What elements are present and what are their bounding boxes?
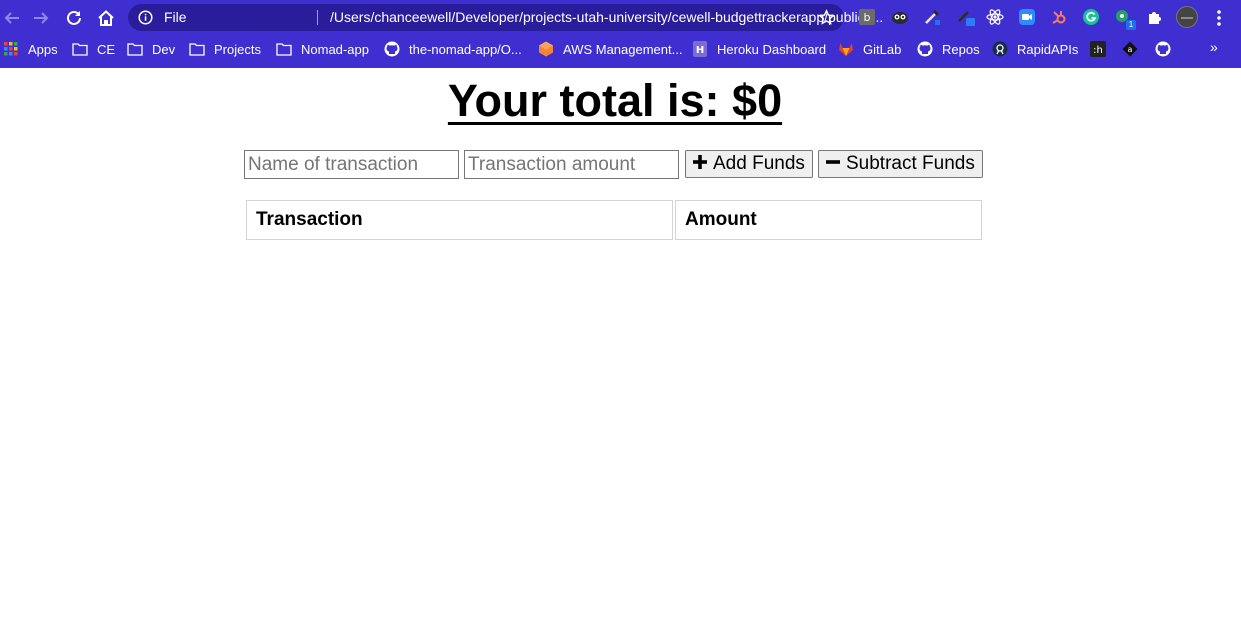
bookmark-apps[interactable]: Apps: [3, 39, 58, 59]
bookmark-label: Nomad-app: [301, 41, 369, 57]
column-header-transaction: Transaction: [246, 200, 673, 240]
profile-avatar[interactable]: [1176, 6, 1198, 28]
browser-menu-icon[interactable]: [1212, 8, 1226, 28]
add-funds-label: Add Funds: [713, 153, 805, 174]
github-icon: [384, 41, 400, 57]
svg-text:H: H: [696, 45, 704, 56]
aws-icon: [538, 41, 554, 57]
bookmark-label: CE: [97, 41, 116, 57]
color-picker-ext-icon[interactable]: [956, 7, 976, 27]
bookmark-repos[interactable]: Repos: [917, 39, 980, 59]
bookmarks-bar: Apps CE Dev Projects Nomad-app the-nomad…: [0, 37, 1241, 61]
bookmark-star-icon[interactable]: [818, 9, 835, 26]
svg-text::h: :h: [1093, 45, 1103, 56]
minus-icon: [826, 153, 840, 175]
gitlab-icon: [838, 41, 854, 57]
bookmark-label: Repos: [942, 41, 980, 57]
address-bar[interactable]: File /Users/chanceewell/Developer/projec…: [128, 4, 883, 31]
plus-icon: [693, 153, 707, 175]
bookmark-heroku[interactable]: H Heroku Dashboard: [692, 39, 826, 59]
add-funds-button[interactable]: Add Funds: [685, 150, 813, 178]
folder-icon: [127, 41, 143, 57]
extensions-puzzle-icon[interactable]: [1145, 7, 1165, 27]
info-icon[interactable]: [138, 10, 153, 25]
omnibox-divider: [317, 10, 318, 25]
bookmark-gitlab[interactable]: GitLab: [838, 39, 901, 59]
url-scheme-label: File: [164, 9, 187, 25]
extension-badge: 1: [1126, 20, 1136, 30]
apps-grid-icon: [3, 41, 19, 57]
react-devtools-icon[interactable]: [985, 7, 1005, 27]
forward-icon[interactable]: [29, 6, 53, 30]
table-header-row: Transaction Amount: [246, 200, 982, 240]
back-icon[interactable]: [0, 6, 24, 30]
zoom-ext-icon[interactable]: [1017, 7, 1037, 27]
github-icon: [917, 41, 933, 57]
reload-icon[interactable]: [62, 6, 86, 30]
total-heading: Your total is: $0: [447, 75, 783, 126]
bookmark-aws[interactable]: AWS Management...: [538, 39, 682, 59]
transactions-table: Transaction Amount: [244, 198, 984, 242]
bookmark-the-nomad-app[interactable]: the-nomad-app/O...: [384, 39, 522, 59]
bookmark-label: RapidAPIs: [1017, 41, 1079, 57]
chat-ext-icon[interactable]: 1: [1113, 7, 1136, 30]
more-bookmarks-icon[interactable]: »: [1210, 39, 1218, 55]
column-header-amount: Amount: [675, 200, 982, 240]
url-text[interactable]: /Users/chanceewell/Developer/projects-ut…: [330, 9, 930, 25]
bookmark-amazon[interactable]: a: [1122, 39, 1147, 59]
bookmark-github[interactable]: [1155, 39, 1180, 59]
bookmark-rapidapis[interactable]: RapidAPIs: [992, 39, 1078, 59]
bookmark-label: Dev: [152, 41, 176, 57]
bookmark-hashnode[interactable]: :h: [1090, 39, 1115, 59]
subtract-funds-label: Subtract Funds: [846, 153, 975, 174]
owl-ext-icon[interactable]: [890, 7, 910, 27]
bookmark-label: Heroku Dashboard: [717, 41, 827, 57]
eyedropper-ext-icon[interactable]: [922, 7, 942, 27]
bookmark-folder-ce[interactable]: CE: [72, 39, 115, 59]
github-icon: [1155, 41, 1171, 57]
heroku-icon: H: [692, 41, 708, 57]
bookmark-label: the-nomad-app/O...: [409, 41, 522, 57]
rapidapi-icon: [992, 41, 1008, 57]
transaction-amount-input[interactable]: [464, 150, 679, 179]
folder-icon: [276, 41, 292, 57]
bookmark-label: AWS Management...: [563, 41, 683, 57]
subtract-funds-button[interactable]: Subtract Funds: [818, 150, 983, 178]
svg-text:a: a: [1128, 45, 1133, 54]
hubspot-sprocket-icon[interactable]: [1049, 7, 1069, 27]
bookmark-label: GitLab: [863, 41, 902, 57]
transaction-name-input[interactable]: [244, 150, 459, 179]
browser-chrome: File /Users/chanceewell/Developer/projec…: [0, 0, 1241, 68]
hubspot-ext-icon[interactable]: b: [857, 7, 877, 27]
bookmark-folder-dev[interactable]: Dev: [127, 39, 175, 59]
bookmark-folder-nomad-app[interactable]: Nomad-app: [276, 39, 369, 59]
browser-toolbar: File /Users/chanceewell/Developer/projec…: [0, 0, 1241, 35]
bookmark-label: Projects: [214, 41, 261, 57]
hashnode-icon: :h: [1090, 41, 1106, 57]
svg-text:b: b: [864, 11, 871, 24]
bookmark-label: Apps: [28, 41, 58, 57]
amazon-icon: a: [1122, 41, 1138, 57]
home-icon[interactable]: [94, 6, 118, 30]
folder-icon: [189, 41, 205, 57]
grammarly-icon[interactable]: [1081, 7, 1101, 27]
bookmark-folder-projects[interactable]: Projects: [189, 39, 261, 59]
folder-icon: [72, 41, 88, 57]
